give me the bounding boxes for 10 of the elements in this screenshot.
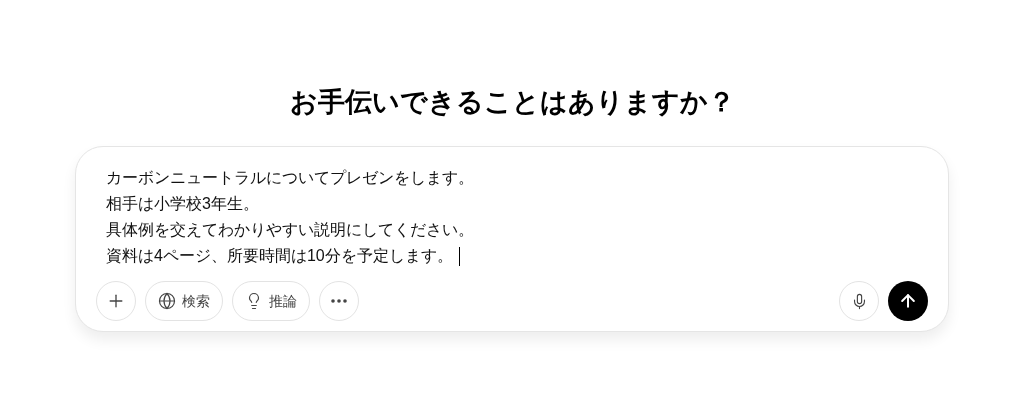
message-line: カーボンニュートラルについてプレゼンをします。 [106, 168, 474, 188]
send-button[interactable] [888, 281, 928, 321]
globe-icon [158, 292, 176, 310]
message-field[interactable]: カーボンニュートラルについてプレゼンをします。 相手は小学校3年生。 具体例を交えてわかりやすい説明にしてください。 資料は4ページ、所要時間は10分を予定します。 検索 推論 [75, 146, 949, 332]
page-heading: お手伝いできることはありますか？ [289, 86, 735, 119]
message-line: 具体例を交えてわかりやすい説明にしてください。 [106, 220, 474, 240]
text-cursor [458, 246, 461, 266]
message-line: 相手は小学校3年生。 [106, 194, 259, 214]
message-line: 資料は4ページ、所要時間は10分を予定します。 [106, 246, 453, 266]
more-icon [331, 299, 347, 303]
